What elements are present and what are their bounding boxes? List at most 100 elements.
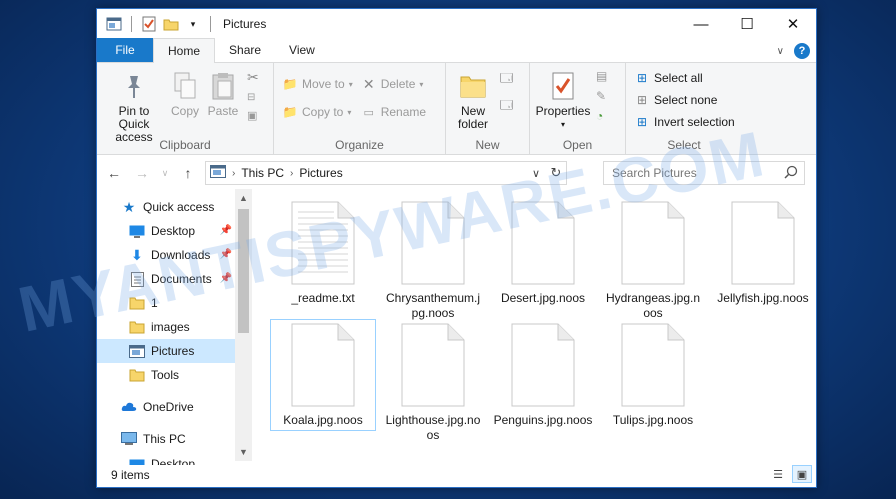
tab-view[interactable]: View (275, 38, 329, 62)
clipboard-group: Pin to Quick access Copy Paste ✂ ⊟ ▣ Cli… (97, 63, 274, 155)
file-item[interactable]: Jellyfish.jpg.noos (710, 197, 816, 309)
window-controls: — ☐ ✕ (678, 9, 816, 39)
history-icon[interactable]: ◔ (596, 109, 607, 123)
nav-item-label: Pictures (151, 344, 195, 358)
recent-locations-icon[interactable]: ∨ (159, 162, 171, 184)
blank-file-icon (510, 322, 576, 411)
ribbon-right-controls: ∨ ? (777, 43, 810, 59)
file-item[interactable]: Penguins.jpg.noos (490, 319, 596, 431)
desktop-icon (129, 223, 145, 239)
explorer-window: ▾ Pictures — ☐ ✕ File Home Share View ∨ … (96, 8, 817, 488)
copy-to-label: Copy to (302, 105, 344, 119)
breadcrumb-pictures[interactable]: Pictures (299, 166, 342, 180)
move-to-label: Move to (302, 77, 345, 91)
file-item[interactable]: Hydrangeas.jpg.noos (600, 197, 706, 320)
search-icon (784, 165, 798, 182)
file-item[interactable]: Chrysanthemum.jpg.noos (380, 197, 486, 320)
invert-selection-button[interactable]: ⊞ Invert selection (634, 113, 735, 131)
address-dropdown-icon[interactable]: ∨ (526, 162, 546, 184)
copy-path-icon[interactable]: ⊟ (247, 92, 259, 103)
nav-item-downloads[interactable]: ⬇ Downloads 📌 (97, 243, 252, 267)
breadcrumb-this-pc[interactable]: This PC (241, 166, 284, 180)
computer-icon (121, 431, 137, 447)
scrollbar-thumb[interactable] (238, 209, 249, 333)
properties-icon[interactable] (140, 15, 158, 33)
paste-shortcut-icon[interactable]: ▣ (247, 109, 259, 122)
file-item[interactable]: _readme.txt (270, 197, 376, 309)
pictures-location-icon (210, 165, 226, 181)
copy-to-button[interactable]: 📁 Copy to ▾ (282, 103, 353, 121)
rename-button[interactable]: ▭ Rename (361, 103, 427, 121)
close-button[interactable]: ✕ (770, 9, 816, 39)
address-row: ← → ∨ ↑ › This PC › Pictures ∨ ↻ Search … (97, 155, 816, 191)
qa-separator (210, 16, 211, 32)
edit-icon[interactable]: ✎ (596, 89, 607, 103)
file-item[interactable]: Tulips.jpg.noos (600, 319, 706, 431)
chevron-right-icon: › (290, 167, 294, 179)
file-name: Koala.jpg.noos (283, 413, 363, 427)
file-name: Hydrangeas.jpg.noos (605, 291, 701, 320)
minimize-button[interactable]: — (678, 9, 724, 39)
star-icon: ★ (122, 198, 136, 215)
cut-icon[interactable]: ✂ (247, 69, 259, 86)
blank-file-icon (290, 322, 356, 411)
quick-access-toolbar: ▾ (97, 15, 215, 33)
delete-button[interactable]: ✕ Delete ▾ (361, 75, 426, 93)
nav-item-images[interactable]: images (97, 315, 252, 339)
file-item[interactable]: Desert.jpg.noos (490, 197, 596, 309)
nav-scrollbar[interactable]: ▲ ▼ (235, 189, 252, 461)
nav-quick-access[interactable]: ★ Quick access (97, 195, 252, 219)
tab-file[interactable]: File (97, 38, 153, 62)
maximize-button[interactable]: ☐ (724, 9, 770, 39)
nav-item-folder-1[interactable]: 1 (97, 291, 252, 315)
blank-file-icon (400, 200, 466, 289)
nav-item-documents[interactable]: Documents 📌 (97, 267, 252, 291)
nav-item-label: 1 (151, 296, 158, 310)
cloud-icon (121, 399, 137, 415)
scroll-up-icon[interactable]: ▲ (235, 193, 252, 203)
nav-onedrive[interactable]: OneDrive (97, 395, 252, 419)
nav-this-pc[interactable]: This PC (97, 427, 252, 451)
large-icons-view-icon[interactable]: ▣ (792, 465, 812, 483)
back-arrow-icon[interactable]: ← (103, 162, 125, 184)
file-name: Chrysanthemum.jpg.noos (385, 291, 481, 320)
up-arrow-icon[interactable]: ↑ (177, 162, 199, 184)
delete-dropdown-icon: ▾ (419, 79, 424, 89)
ribbon-tabs: File Home Share View ∨ ? (97, 38, 816, 63)
details-view-icon[interactable]: ☰ (768, 465, 788, 483)
tab-home[interactable]: Home (153, 38, 216, 63)
tab-share[interactable]: Share (215, 38, 275, 62)
nav-item-tools[interactable]: Tools (97, 363, 252, 387)
file-item[interactable]: Lighthouse.jpg.noos (380, 319, 486, 442)
folder-icon (129, 367, 145, 383)
nav-item-pictures[interactable]: Pictures (97, 339, 252, 363)
properties-label: Properties (535, 104, 591, 118)
file-item-focused[interactable]: Koala.jpg.noos (270, 319, 376, 431)
scroll-down-icon[interactable]: ▼ (235, 447, 252, 457)
file-name: Penguins.jpg.noos (493, 413, 593, 427)
select-none-button[interactable]: ⊞ Select none (634, 91, 735, 109)
qa-dropdown-icon[interactable]: ▾ (184, 15, 202, 33)
select-none-label: Select none (654, 93, 718, 107)
new-folder-icon[interactable] (162, 15, 180, 33)
select-all-button[interactable]: ⊞ Select all (634, 69, 735, 87)
forward-arrow-icon[interactable]: → (131, 162, 153, 184)
address-bar[interactable]: › This PC › Pictures ∨ ↻ (205, 161, 567, 185)
paste-label: Paste (207, 104, 239, 118)
nav-quick-access-label: Quick access (143, 200, 215, 214)
file-name: Jellyfish.jpg.noos (717, 291, 809, 305)
new-item-icon[interactable]: 🗔 (500, 69, 513, 90)
help-icon[interactable]: ? (794, 43, 810, 59)
open-icon[interactable]: ▤ (596, 69, 607, 83)
refresh-icon[interactable]: ↻ (546, 162, 566, 184)
collapse-ribbon-icon[interactable]: ∨ (777, 46, 784, 57)
status-bar: 9 items ☰ ▣ (97, 462, 816, 487)
nav-item-desktop[interactable]: Desktop 📌 (97, 219, 252, 243)
easy-access-icon[interactable]: 🗔 (500, 96, 513, 117)
window-title: Pictures (223, 17, 267, 31)
select-group: ⊞ Select all ⊞ Select none ⊞ Invert sele… (626, 63, 742, 155)
move-to-button[interactable]: 📁 Move to ▾ (282, 75, 353, 93)
delete-label: Delete (380, 77, 416, 91)
search-box[interactable]: Search Pictures (603, 161, 805, 185)
open-group-label: Open (562, 138, 593, 152)
